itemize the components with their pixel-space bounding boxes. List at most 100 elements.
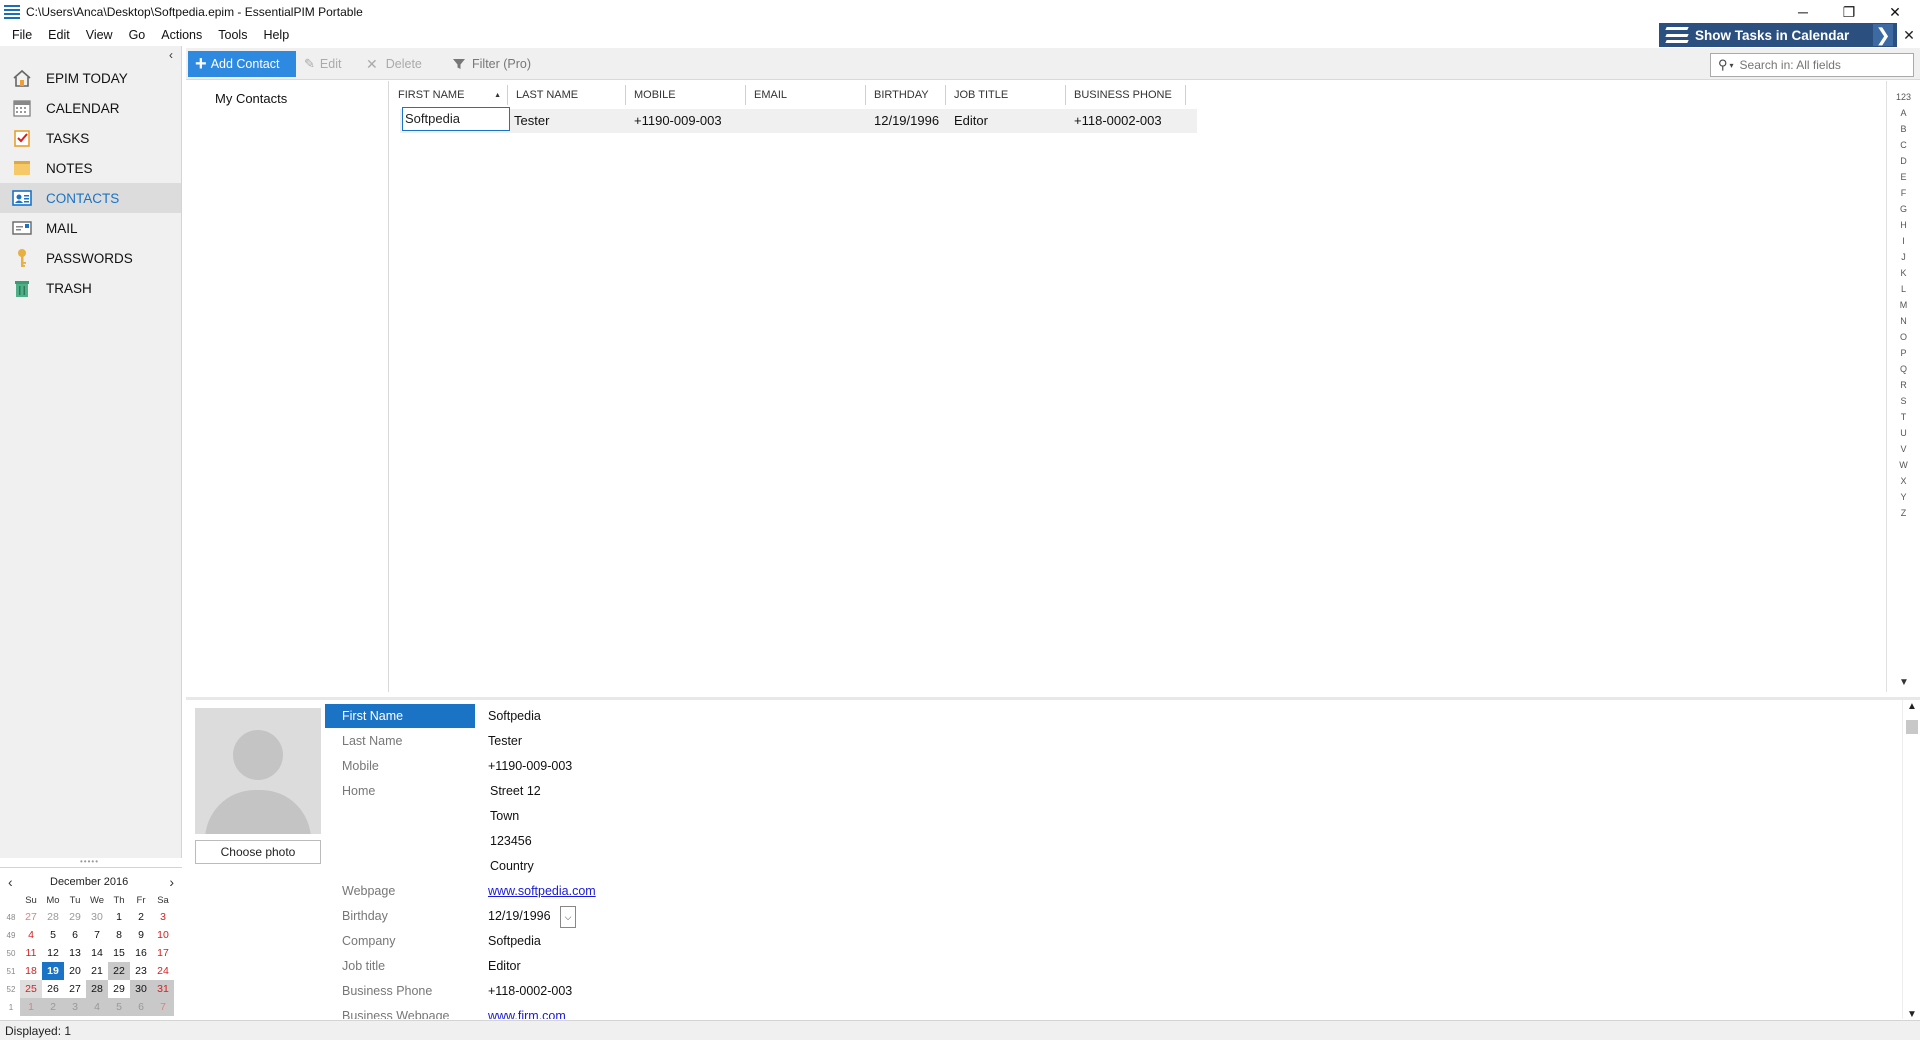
sidebar-item-trash[interactable]: TRASH — [0, 273, 181, 303]
menu-go[interactable]: Go — [121, 28, 154, 42]
calendar-day[interactable]: 7 — [86, 926, 108, 944]
label-first-name[interactable]: First Name — [325, 704, 475, 728]
value-business-webpage-link[interactable]: www.firm.com — [488, 1009, 566, 1019]
alpha-index-letter[interactable]: D — [1887, 153, 1920, 169]
value-business-phone[interactable]: +118-0002-003 — [488, 984, 572, 998]
calendar-day[interactable]: 22 — [108, 962, 130, 980]
first-name-inline-editor[interactable]: Softpedia — [402, 107, 510, 131]
alpha-index-letter[interactable]: S — [1887, 393, 1920, 409]
calendar-day[interactable]: 2 — [42, 998, 64, 1016]
calendar-day[interactable]: 18 — [20, 962, 42, 980]
label-webpage[interactable]: Webpage — [342, 884, 395, 898]
group-my-contacts[interactable]: My Contacts — [215, 91, 287, 106]
calendar-day[interactable]: 13 — [64, 944, 86, 962]
alpha-index-numbers[interactable]: 123 — [1887, 89, 1920, 105]
cell-birthday[interactable]: 12/19/1996 — [874, 113, 939, 128]
cell-last-name[interactable]: Tester — [514, 113, 549, 128]
close-tasks-panel-button[interactable]: ✕ — [1898, 23, 1920, 47]
add-contact-button[interactable]: + Add Contact — [188, 51, 296, 77]
calendar-day[interactable]: 25 — [20, 980, 42, 998]
scroll-up-icon[interactable]: ▲ — [1903, 701, 1920, 712]
alpha-index-letter[interactable]: N — [1887, 313, 1920, 329]
edit-button[interactable]: ✎ Edit — [298, 51, 348, 77]
delete-button[interactable]: ✕ Delete — [362, 51, 438, 77]
alpha-index-letter[interactable]: T — [1887, 409, 1920, 425]
label-business-webpage[interactable]: Business Webpage — [342, 1009, 449, 1019]
choose-photo-button[interactable]: Choose photo — [195, 840, 321, 864]
calendar-day[interactable]: 29 — [108, 980, 130, 998]
alpha-index-letter[interactable]: M — [1887, 297, 1920, 313]
search-box[interactable]: ⚲ ▾ — [1710, 53, 1914, 77]
calendar-day[interactable]: 16 — [130, 944, 152, 962]
sidebar-splitter[interactable]: ••••• — [80, 857, 99, 866]
menu-tools[interactable]: Tools — [210, 28, 255, 42]
calendar-day[interactable]: 1 — [108, 908, 130, 926]
calendar-day[interactable]: 24 — [152, 962, 174, 980]
column-header-business-phone[interactable]: BUSINESS PHONE — [1066, 85, 1186, 105]
cell-mobile[interactable]: +1190-009-003 — [634, 113, 722, 128]
scroll-down-icon[interactable]: ▼ — [1903, 1009, 1920, 1019]
filter-button[interactable]: Filter (Pro) — [448, 51, 548, 77]
calendar-day[interactable]: 5 — [42, 926, 64, 944]
scroll-down-icon[interactable]: ▼ — [1887, 677, 1920, 688]
previous-month-button[interactable]: ‹ — [8, 874, 13, 890]
label-last-name[interactable]: Last Name — [342, 734, 402, 748]
alpha-index-letter[interactable]: B — [1887, 121, 1920, 137]
alpha-index-letter[interactable]: A — [1887, 105, 1920, 121]
column-header-job-title[interactable]: JOB TITLE — [946, 85, 1066, 105]
calendar-day[interactable]: 26 — [42, 980, 64, 998]
calendar-day[interactable]: 27 — [20, 908, 42, 926]
value-birthday[interactable]: 12/19/1996 — [488, 909, 551, 923]
sidebar-item-mail[interactable]: MAIL — [0, 213, 181, 243]
label-home-address[interactable]: Home — [342, 784, 375, 798]
collapse-sidebar-button[interactable]: ‹ — [169, 48, 173, 62]
calendar-day[interactable]: 4 — [86, 998, 108, 1016]
calendar-day[interactable]: 11 — [20, 944, 42, 962]
cell-job-title[interactable]: Editor — [954, 113, 988, 128]
calendar-day[interactable]: 5 — [108, 998, 130, 1016]
value-job-title[interactable]: Editor — [488, 959, 521, 973]
calendar-day[interactable]: 29 — [64, 908, 86, 926]
calendar-day[interactable]: 6 — [130, 998, 152, 1016]
column-header-last-name[interactable]: LAST NAME — [508, 85, 626, 105]
scrollbar-thumb[interactable] — [1906, 720, 1918, 734]
value-last-name[interactable]: Tester — [488, 734, 522, 748]
sidebar-item-calendar[interactable]: CALENDAR — [0, 93, 181, 123]
alpha-index-letter[interactable]: R — [1887, 377, 1920, 393]
column-header-first-name[interactable]: FIRST NAME ▲ — [390, 85, 508, 105]
alpha-index-letter[interactable]: Z — [1887, 505, 1920, 521]
calendar-day[interactable]: 17 — [152, 944, 174, 962]
calendar-day[interactable]: 12 — [42, 944, 64, 962]
calendar-day[interactable]: 8 — [108, 926, 130, 944]
menu-edit[interactable]: Edit — [40, 28, 78, 42]
cell-business-phone[interactable]: +118-0002-003 — [1074, 113, 1162, 128]
alpha-index-letter[interactable]: L — [1887, 281, 1920, 297]
alpha-index-letter[interactable]: E — [1887, 169, 1920, 185]
calendar-day[interactable]: 23 — [130, 962, 152, 980]
value-company[interactable]: Softpedia — [488, 934, 541, 948]
alpha-index-letter[interactable]: F — [1887, 185, 1920, 201]
calendar-day[interactable]: 3 — [152, 908, 174, 926]
column-header-mobile[interactable]: MOBILE — [626, 85, 746, 105]
calendar-day[interactable]: 10 — [152, 926, 174, 944]
value-webpage-link[interactable]: www.softpedia.com — [488, 884, 596, 898]
label-mobile[interactable]: Mobile — [342, 759, 379, 773]
value-home-town[interactable]: Town — [490, 809, 519, 823]
detail-scrollbar[interactable]: ▲ ▼ — [1902, 700, 1920, 1019]
calendar-day[interactable]: 28 — [86, 980, 108, 998]
calendar-day-today[interactable]: 19 — [42, 962, 64, 980]
calendar-day[interactable]: 14 — [86, 944, 108, 962]
calendar-day[interactable]: 27 — [64, 980, 86, 998]
label-company[interactable]: Company — [342, 934, 396, 948]
calendar-day[interactable]: 21 — [86, 962, 108, 980]
calendar-day[interactable]: 3 — [64, 998, 86, 1016]
next-month-button[interactable]: › — [169, 874, 174, 890]
calendar-day[interactable]: 31 — [152, 980, 174, 998]
alpha-index-letter[interactable]: G — [1887, 201, 1920, 217]
sidebar-item-epim-today[interactable]: EPIM TODAY — [0, 63, 181, 93]
chevron-right-icon[interactable]: ❯ — [1873, 24, 1893, 46]
alpha-index-letter[interactable]: H — [1887, 217, 1920, 233]
column-header-birthday[interactable]: BIRTHDAY — [866, 85, 946, 105]
minimize-button[interactable]: ─ — [1780, 0, 1826, 24]
label-business-phone[interactable]: Business Phone — [342, 984, 432, 998]
